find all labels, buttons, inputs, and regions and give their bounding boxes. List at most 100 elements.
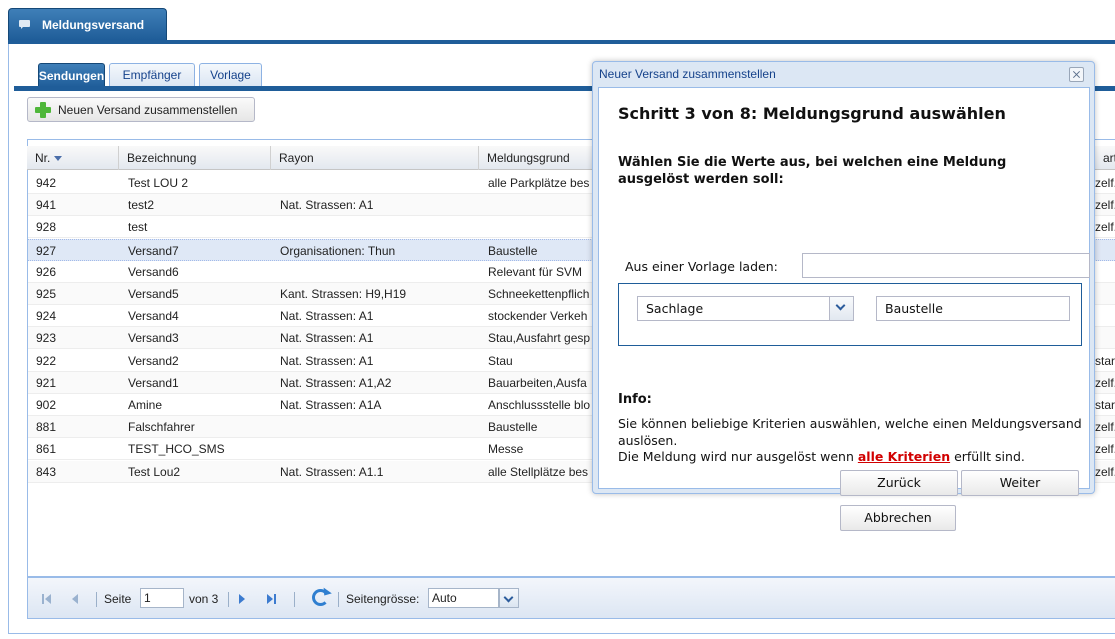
cell-meldungsgrund: Stau,Ausfahrt gesp: [488, 331, 591, 346]
cell-rayon: Nat. Strassen: A1: [280, 331, 374, 346]
next-button[interactable]: Weiter: [961, 470, 1079, 496]
back-button[interactable]: Zurück: [840, 470, 958, 496]
chevron-down-icon: [503, 592, 514, 603]
cell-meldungsgrund: Messe: [488, 442, 524, 457]
column-header-nr[interactable]: Nr.: [27, 146, 119, 170]
cell-bezeichnung: Versand6: [128, 264, 179, 279]
cell-meldungsgrund: [480, 194, 600, 216]
plus-icon: [34, 101, 52, 119]
pager-separator: [338, 592, 339, 607]
first-page-icon[interactable]: [42, 594, 51, 604]
new-dispatch-button[interactable]: Neuen Versand zusammenstellen: [27, 97, 255, 122]
tab-sendungen[interactable]: Sendungen: [38, 63, 105, 87]
cell-bezeichnung: Falschfahrer: [128, 420, 195, 435]
tab-meldungsversand[interactable]: Meldungsversand: [8, 8, 167, 40]
criterion-value-field[interactable]: Baustelle: [876, 296, 1070, 321]
cell-rayon: [272, 261, 480, 283]
tab-vorlage[interactable]: Vorlage: [199, 63, 262, 86]
paging-toolbar: Seite 1 von 3 Seitengrösse: Auto: [27, 577, 1115, 619]
criteria-box: Sachlage Baustelle: [618, 283, 1082, 346]
page-size-dropdown-trigger[interactable]: [499, 588, 519, 608]
pager-separator: [96, 592, 97, 607]
cell-nr: 941: [36, 198, 57, 213]
outer-tabbar: Meldungsversand: [0, 0, 1115, 44]
criterion-type-value: Sachlage: [646, 301, 704, 316]
cell-meldungsgrund: Relevant für SVM: [488, 264, 583, 279]
cell-bezeichnung: TEST_HCO_SMS: [128, 442, 225, 457]
page-count-label: von 3: [189, 592, 219, 606]
previous-page-icon[interactable]: [72, 594, 78, 604]
cancel-button[interactable]: Abbrechen: [840, 505, 956, 531]
cell-rayon: [272, 172, 480, 194]
info-line-2: Die Meldung wird nur ausgelöst wenn alle…: [618, 449, 1025, 464]
tab-empfaenger[interactable]: Empfänger: [109, 63, 195, 86]
cell-bezeichnung: test: [128, 220, 148, 235]
page-label: Seite: [104, 592, 132, 606]
column-header-meldungsgrund[interactable]: Meldungsgrund: [479, 146, 599, 170]
cell-nr: 921: [36, 375, 57, 390]
cell-meldungsgrund: Baustelle: [488, 243, 538, 258]
cell-bezeichnung: Amine: [128, 398, 163, 412]
cell-nr: 926: [36, 264, 57, 279]
cell-bezeichnung: Versand4: [128, 309, 179, 324]
cell-bezeichnung: Versand7: [128, 243, 179, 258]
outer-tab-label: Meldungsversand: [42, 17, 145, 32]
message-icon: [19, 19, 32, 30]
cell-nr: 902: [36, 398, 57, 412]
criterion-type-select[interactable]: Sachlage: [637, 296, 854, 321]
next-page-icon[interactable]: [239, 594, 245, 604]
cell-rayon: Kant. Strassen: H9,H19: [280, 287, 407, 301]
pager-separator: [228, 592, 229, 607]
cell-rayon: [272, 416, 480, 438]
cell-bezeichnung: Versand2: [128, 353, 179, 368]
info-text: Sie können beliebige Kriterien auswählen…: [618, 416, 1088, 466]
page-size-select[interactable]: Auto: [428, 588, 499, 608]
cell-nr: 927: [36, 243, 57, 258]
cell-meldungsgrund: Schneekettenpflich: [488, 287, 590, 301]
cell-meldungsgrund: stockender Verkeh: [488, 309, 588, 324]
cell-rayon: Nat. Strassen: A1: [280, 309, 374, 324]
wizard-dialog: Neuer Versand zusammenstellen Schritt 3 …: [592, 61, 1095, 496]
cell-meldungsgrund: Anschlussstelle blo: [488, 398, 591, 412]
cell-rayon: [272, 216, 480, 238]
pager-separator: [294, 592, 295, 607]
last-page-icon[interactable]: [267, 594, 276, 604]
page-number-input[interactable]: 1: [140, 588, 184, 608]
cell-nr: 925: [36, 287, 57, 301]
cell-rayon: Nat. Strassen: A1.1: [280, 464, 384, 479]
cell-bezeichnung: Versand1: [128, 375, 179, 390]
cell-nr: 922: [36, 353, 57, 368]
cell-meldungsgrund: [480, 216, 600, 238]
dialog-body: Schritt 3 von 8: Meldungsgrund auswählen…: [598, 87, 1090, 496]
cell-bezeichnung: Versand3: [128, 331, 179, 346]
cell-nr: 928: [36, 220, 57, 235]
page-size-label: Seitengrösse:: [346, 592, 420, 606]
sort-desc-icon: [54, 156, 63, 162]
cell-meldungsgrund: Bauarbeiten,Ausfa: [488, 375, 587, 390]
cell-rayon: Nat. Strassen: A1: [280, 353, 374, 368]
template-select[interactable]: [802, 253, 1090, 278]
cell-nr: 881: [36, 420, 57, 435]
cell-nr: 843: [36, 464, 57, 479]
cell-bezeichnung: Test Lou2: [128, 464, 181, 479]
step-heading: Schritt 3 von 8: Meldungsgrund auswählen: [618, 104, 1006, 123]
all-criteria-emphasis: alle Kriterien: [857, 449, 951, 464]
chevron-down-icon: [835, 300, 846, 311]
cell-nr: 942: [36, 176, 57, 190]
new-dispatch-label: Neuen Versand zusammenstellen: [58, 102, 238, 117]
step-instruction: Wählen Sie die Werte aus, bei welchen ei…: [618, 155, 1007, 187]
criterion-type-dropdown-trigger[interactable]: [829, 297, 853, 320]
column-header-rayon[interactable]: Rayon: [271, 146, 479, 170]
close-icon[interactable]: [1069, 67, 1084, 82]
column-header-bezeichnung[interactable]: Bezeichnung: [119, 146, 271, 170]
cell-rayon: Nat. Strassen: A1,A2: [280, 375, 392, 390]
cell-meldungsgrund: alle Parkplätze bes: [488, 176, 590, 190]
cell-nr: 923: [36, 331, 57, 346]
info-heading: Info:: [618, 392, 652, 407]
cell-rayon: Organisationen: Thun: [280, 243, 396, 258]
cell-meldungsgrund: Stau: [488, 353, 513, 368]
refresh-icon[interactable]: [312, 589, 329, 606]
cell-meldungsgrund: alle Stellplätze bes: [488, 464, 589, 479]
cell-rayon: Nat. Strassen: A1: [280, 198, 374, 213]
cell-nr: 861: [36, 442, 57, 457]
